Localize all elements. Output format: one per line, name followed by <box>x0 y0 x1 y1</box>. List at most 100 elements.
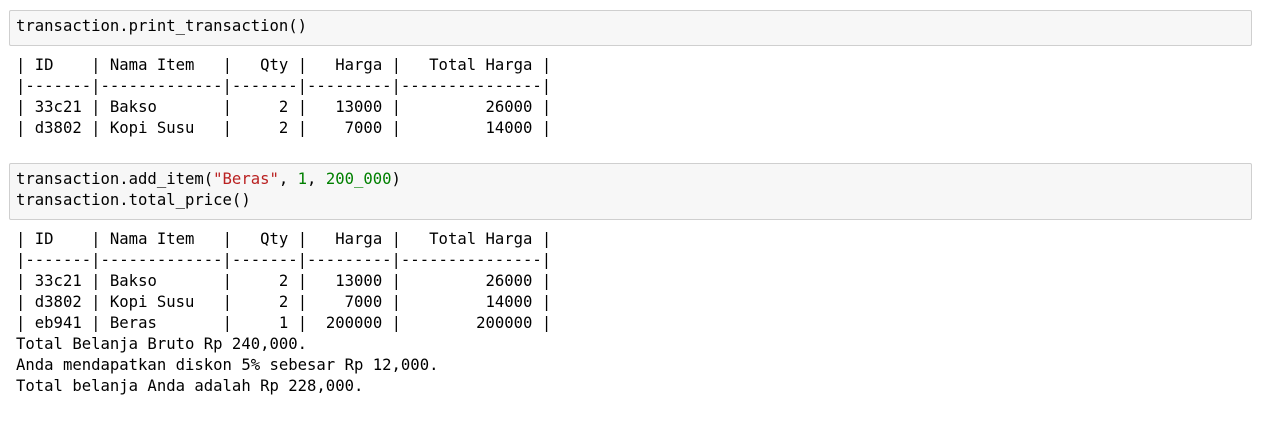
cells.1.table.rows.0-col-4: 26000 <box>485 272 533 290</box>
cell-padding <box>25 272 34 290</box>
code-token: 200_000 <box>325 170 392 188</box>
table-row: | eb941 | Beras | 1 | 200000 | 200000 | <box>16 313 551 334</box>
cell-padding <box>382 230 391 248</box>
table-pipe: | <box>16 98 26 116</box>
cells.0.table.rows.1-col-4: 14000 <box>485 119 533 137</box>
cells.0.table.rows.0-col-3: 13000 <box>335 98 383 116</box>
code-token: transaction.print_transaction() <box>16 17 308 35</box>
cell-padding <box>532 119 541 137</box>
cell-padding <box>54 230 92 248</box>
table-pipe: | <box>541 230 552 248</box>
cells.1.table.rows.2-col-0: eb941 <box>34 314 82 332</box>
cell-padding <box>532 230 541 248</box>
code-cell-input-1[interactable]: transaction.print_transaction() <box>9 10 1252 46</box>
cell-padding <box>101 314 110 332</box>
table-pipe: | <box>16 56 26 74</box>
cell-padding <box>82 98 91 116</box>
cell-padding <box>194 119 222 137</box>
summary-line: Anda mendapatkan diskon 5% sebesar Rp 12… <box>16 356 439 374</box>
cell-padding <box>288 98 297 116</box>
code-line: transaction.total_price() <box>16 190 1245 211</box>
cells.1.table.header-col-0: ID <box>34 230 54 248</box>
cell-padding <box>157 314 223 332</box>
table-pipe: | <box>222 272 232 290</box>
table-pipe: | <box>222 230 232 248</box>
table-pipe: | <box>297 230 308 248</box>
table-separator: |-------|-------------|-------|---------… <box>16 77 552 95</box>
table-pipe: | <box>391 119 401 137</box>
table-header-row: | ID | Nama Item | Qty | Harga | Total H… <box>16 229 551 250</box>
cells.1.table.header-col-1: Nama Item <box>109 230 195 248</box>
cell-padding <box>401 293 486 311</box>
cell-padding <box>101 272 110 290</box>
cell-padding <box>401 119 486 137</box>
code-editor-2[interactable]: transaction.add_item("Beras", 1, 200_000… <box>16 169 1245 211</box>
cell-padding <box>307 56 335 74</box>
cells.0.table.rows.0-col-2: 2 <box>278 98 289 116</box>
cell-padding <box>288 314 297 332</box>
table-row: | 33c21 | Bakso | 2 | 13000 | 26000 | <box>16 271 551 292</box>
cell-padding <box>232 98 279 116</box>
table-pipe: | <box>16 314 26 332</box>
code-editor-1[interactable]: transaction.print_transaction() <box>16 16 1245 37</box>
table-pipe: | <box>541 56 552 74</box>
cell-padding <box>288 56 297 74</box>
cells.1.table.rows.1-col-2: 2 <box>278 293 289 311</box>
table-pipe: | <box>91 56 101 74</box>
cell-padding <box>288 272 297 290</box>
code-token: , <box>307 170 326 188</box>
cell-padding <box>288 293 297 311</box>
table-separator: |-------|-------------|-------|---------… <box>16 251 552 269</box>
table-pipe: | <box>222 98 232 116</box>
cell-padding <box>532 293 541 311</box>
cells.0.table.header-col-2: Qty <box>260 56 289 74</box>
cell-padding <box>382 272 391 290</box>
table-pipe: | <box>91 98 101 116</box>
cell-padding <box>382 293 391 311</box>
cell-padding <box>82 119 91 137</box>
table-header-row: | ID | Nama Item | Qty | Harga | Total H… <box>16 55 551 76</box>
cell-padding <box>101 293 110 311</box>
code-line: transaction.print_transaction() <box>16 16 1245 37</box>
table-pipe: | <box>222 56 232 74</box>
cells.1.table.rows.2-col-1: Beras <box>109 314 157 332</box>
cell-padding <box>401 98 486 116</box>
cell-padding <box>25 98 34 116</box>
cell-padding <box>232 56 260 74</box>
table-pipe: | <box>391 98 401 116</box>
cells.0.table.rows.1-col-2: 2 <box>278 119 289 137</box>
code-token: , <box>278 170 298 188</box>
cells.1.table.header-col-2: Qty <box>260 230 289 248</box>
cell-padding <box>25 56 34 74</box>
cell-padding <box>532 98 541 116</box>
table-pipe: | <box>541 293 552 311</box>
cells.0.table.rows.0-col-4: 26000 <box>485 98 533 116</box>
table-pipe: | <box>541 98 552 116</box>
cells.1.table.rows.2-col-3: 200000 <box>325 314 383 332</box>
cells.0.table.rows.1-col-0: d3802 <box>34 119 82 137</box>
cell-padding <box>401 56 429 74</box>
cell-padding <box>382 119 391 137</box>
cells.0.table.header-col-0: ID <box>34 56 54 74</box>
table-pipe: | <box>16 293 26 311</box>
cell-padding <box>307 230 335 248</box>
code-cell-input-2[interactable]: transaction.add_item("Beras", 1, 200_000… <box>9 163 1252 220</box>
cell-padding <box>382 56 391 74</box>
cell-padding <box>307 314 326 332</box>
table-pipe: | <box>222 119 232 137</box>
code-token: "Beras" <box>213 170 279 188</box>
summary-line: Total Belanja Bruto Rp 240,000. <box>16 335 308 353</box>
cell-padding <box>401 230 429 248</box>
cell-padding <box>307 98 335 116</box>
table-pipe: | <box>541 314 552 332</box>
cell-padding <box>157 272 223 290</box>
table-pipe: | <box>91 314 101 332</box>
cell-padding <box>82 293 91 311</box>
table-pipe: | <box>297 314 308 332</box>
cells.1.table.rows.2-col-4: 200000 <box>476 314 533 332</box>
table-pipe: | <box>541 119 552 137</box>
transaction-table-1: | ID | Nama Item | Qty | Harga | Total H… <box>16 55 551 139</box>
cell-padding <box>307 293 345 311</box>
table-pipe: | <box>541 272 552 290</box>
table-pipe: | <box>222 314 232 332</box>
